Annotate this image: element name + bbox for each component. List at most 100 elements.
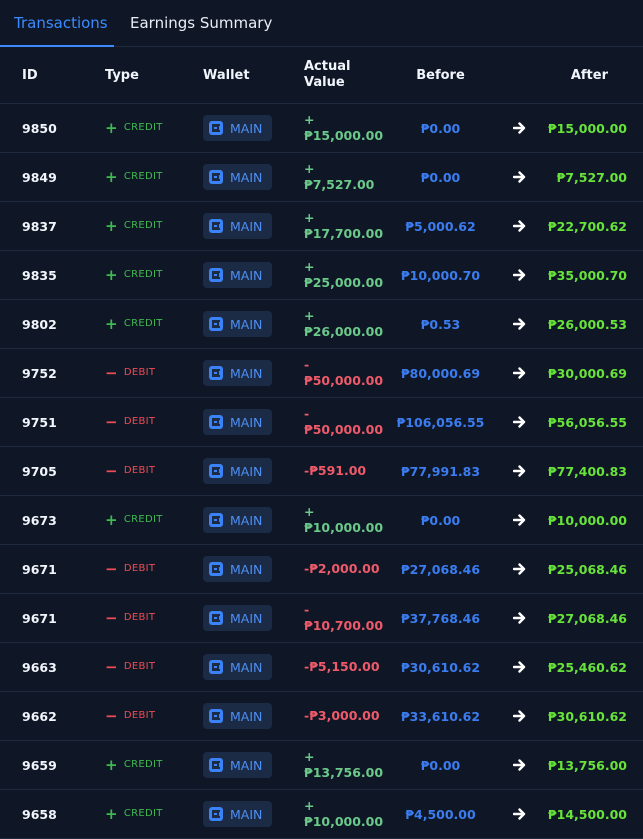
table-row[interactable]: 9751 − DEBIT MAIN - ₱50,000.00 ₱106,056.… bbox=[0, 397, 643, 447]
type-label: DEBIT bbox=[123, 367, 156, 378]
wallet-icon bbox=[209, 660, 223, 674]
plus-icon: + bbox=[105, 314, 118, 333]
wallet-badge[interactable]: MAIN bbox=[203, 360, 273, 386]
wallet-cell: MAIN bbox=[198, 397, 299, 447]
column-header-type[interactable]: Type bbox=[99, 47, 198, 104]
actual-value-cell: + ₱26,000.00 bbox=[299, 299, 383, 349]
wallet-label: MAIN bbox=[230, 414, 263, 430]
table-row[interactable]: 9659 + CREDIT MAIN + ₱13,756.00 ₱0.00 ₱1… bbox=[0, 740, 643, 790]
arrow-right-icon bbox=[512, 171, 525, 183]
balance-after: ₱30,610.62 bbox=[539, 691, 643, 741]
column-header-wallet[interactable]: Wallet bbox=[198, 47, 299, 104]
minus-icon: − bbox=[105, 363, 118, 382]
arrow-right-icon bbox=[512, 269, 525, 281]
plus-icon: + bbox=[105, 755, 118, 774]
table-row[interactable]: 9673 + CREDIT MAIN + ₱10,000.00 ₱0.00 ₱1… bbox=[0, 495, 643, 545]
column-header-before[interactable]: Before bbox=[382, 47, 499, 104]
wallet-cell: MAIN bbox=[198, 593, 299, 643]
wallet-badge[interactable]: MAIN bbox=[203, 115, 273, 141]
tab-bar: Transactions Earnings Summary bbox=[0, 0, 643, 47]
arrow-cell bbox=[499, 103, 539, 153]
balance-before: ₱77,991.83 bbox=[382, 446, 499, 496]
plus-icon: + bbox=[105, 510, 118, 529]
table-row[interactable]: 9663 − DEBIT MAIN -₱5,150.00 ₱30,610.62 … bbox=[0, 642, 643, 692]
transaction-id: 9673 bbox=[0, 495, 99, 545]
transaction-id: 9671 bbox=[0, 593, 99, 643]
wallet-badge[interactable]: MAIN bbox=[203, 507, 273, 533]
wallet-cell: MAIN bbox=[198, 103, 299, 153]
table-row[interactable]: 9658 + CREDIT MAIN + ₱10,000.00 ₱4,500.0… bbox=[0, 789, 643, 839]
table-row[interactable]: 9671 − DEBIT MAIN - ₱10,700.00 ₱37,768.4… bbox=[0, 593, 643, 643]
table-row[interactable]: 9849 + CREDIT MAIN +₱7,527.00 ₱0.00 ₱7,5… bbox=[0, 152, 643, 202]
wallet-label: MAIN bbox=[230, 120, 263, 136]
wallet-badge[interactable]: MAIN bbox=[203, 409, 273, 435]
wallet-badge[interactable]: MAIN bbox=[203, 703, 273, 729]
plus-icon: + bbox=[105, 167, 118, 186]
actual-value-cell: - ₱50,000.00 bbox=[299, 348, 384, 398]
tab-transactions[interactable]: Transactions bbox=[14, 0, 108, 46]
arrow-cell bbox=[499, 446, 539, 496]
actual-value: -₱591.00 bbox=[304, 463, 367, 478]
balance-after: ₱77,400.83 bbox=[539, 446, 643, 496]
wallet-badge[interactable]: MAIN bbox=[203, 752, 273, 778]
balance-before: ₱0.00 bbox=[382, 495, 499, 545]
actual-value: + ₱17,700.00 bbox=[304, 210, 384, 241]
wallet-badge[interactable]: MAIN bbox=[203, 311, 273, 337]
wallet-icon bbox=[209, 121, 223, 135]
minus-icon: − bbox=[105, 559, 118, 578]
column-header-id[interactable]: ID bbox=[0, 47, 99, 104]
table-row[interactable]: 9662 − DEBIT MAIN -₱3,000.00 ₱33,610.62 … bbox=[0, 691, 643, 741]
wallet-badge[interactable]: MAIN bbox=[203, 262, 273, 288]
transaction-type: + CREDIT bbox=[99, 495, 198, 545]
wallet-cell: MAIN bbox=[198, 544, 299, 594]
balance-before: ₱106,056.55 bbox=[382, 397, 499, 447]
wallet-badge[interactable]: MAIN bbox=[203, 164, 273, 190]
wallet-badge[interactable]: MAIN bbox=[203, 654, 273, 680]
wallet-badge[interactable]: MAIN bbox=[203, 605, 273, 631]
wallet-icon bbox=[209, 709, 223, 723]
column-header-actual-value[interactable]: Actual Value bbox=[299, 47, 382, 104]
type-label: DEBIT bbox=[123, 465, 156, 476]
wallet-badge[interactable]: MAIN bbox=[203, 801, 273, 827]
table-row[interactable]: 9850 + CREDIT MAIN + ₱15,000.00 ₱0.00 ₱1… bbox=[0, 103, 643, 153]
balance-before: ₱80,000.69 bbox=[382, 348, 499, 398]
column-header-after[interactable]: After bbox=[539, 47, 643, 104]
table-row[interactable]: 9802 + CREDIT MAIN + ₱26,000.00 ₱0.53 ₱2… bbox=[0, 299, 643, 349]
arrow-cell bbox=[499, 348, 539, 398]
transaction-id: 9751 bbox=[0, 397, 99, 447]
actual-value-cell: -₱3,000.00 bbox=[299, 691, 382, 741]
balance-after: ₱56,056.55 bbox=[539, 397, 643, 447]
transaction-id: 9802 bbox=[0, 299, 99, 349]
arrow-right-icon bbox=[512, 514, 525, 526]
arrow-cell bbox=[499, 495, 539, 545]
table-row[interactable]: 9835 + CREDIT MAIN + ₱25,000.00 ₱10,000.… bbox=[0, 250, 643, 300]
transaction-id: 9663 bbox=[0, 642, 99, 692]
transaction-type: − DEBIT bbox=[99, 593, 198, 643]
actual-value: - ₱50,000.00 bbox=[304, 406, 384, 437]
minus-icon: − bbox=[105, 412, 118, 431]
arrow-cell bbox=[499, 789, 539, 839]
wallet-icon bbox=[209, 366, 223, 380]
balance-after: ₱25,460.62 bbox=[539, 642, 643, 692]
actual-value: - ₱50,000.00 bbox=[304, 357, 384, 388]
tab-earnings-summary[interactable]: Earnings Summary bbox=[130, 0, 272, 46]
wallet-badge[interactable]: MAIN bbox=[203, 213, 273, 239]
transaction-type: + CREDIT bbox=[99, 299, 198, 349]
table-row[interactable]: 9705 − DEBIT MAIN -₱591.00 ₱77,991.83 ₱7… bbox=[0, 446, 643, 496]
wallet-label: MAIN bbox=[230, 169, 263, 185]
table-row[interactable]: 9837 + CREDIT MAIN + ₱17,700.00 ₱5,000.6… bbox=[0, 201, 643, 251]
wallet-icon bbox=[209, 513, 223, 527]
wallet-badge[interactable]: MAIN bbox=[203, 556, 273, 582]
wallet-label: MAIN bbox=[230, 610, 263, 626]
table-row[interactable]: 9752 − DEBIT MAIN - ₱50,000.00 ₱80,000.6… bbox=[0, 348, 643, 398]
actual-value-cell: + ₱13,756.00 bbox=[299, 740, 383, 790]
table-row[interactable]: 9671 − DEBIT MAIN -₱2,000.00 ₱27,068.46 … bbox=[0, 544, 643, 594]
balance-before: ₱27,068.46 bbox=[382, 544, 499, 594]
wallet-cell: MAIN bbox=[198, 740, 299, 790]
wallet-icon bbox=[209, 268, 223, 282]
minus-icon: − bbox=[105, 657, 118, 676]
wallet-badge[interactable]: MAIN bbox=[203, 458, 273, 484]
balance-before: ₱0.00 bbox=[382, 152, 499, 202]
transaction-id: 9705 bbox=[0, 446, 99, 496]
arrow-right-icon bbox=[512, 710, 525, 722]
